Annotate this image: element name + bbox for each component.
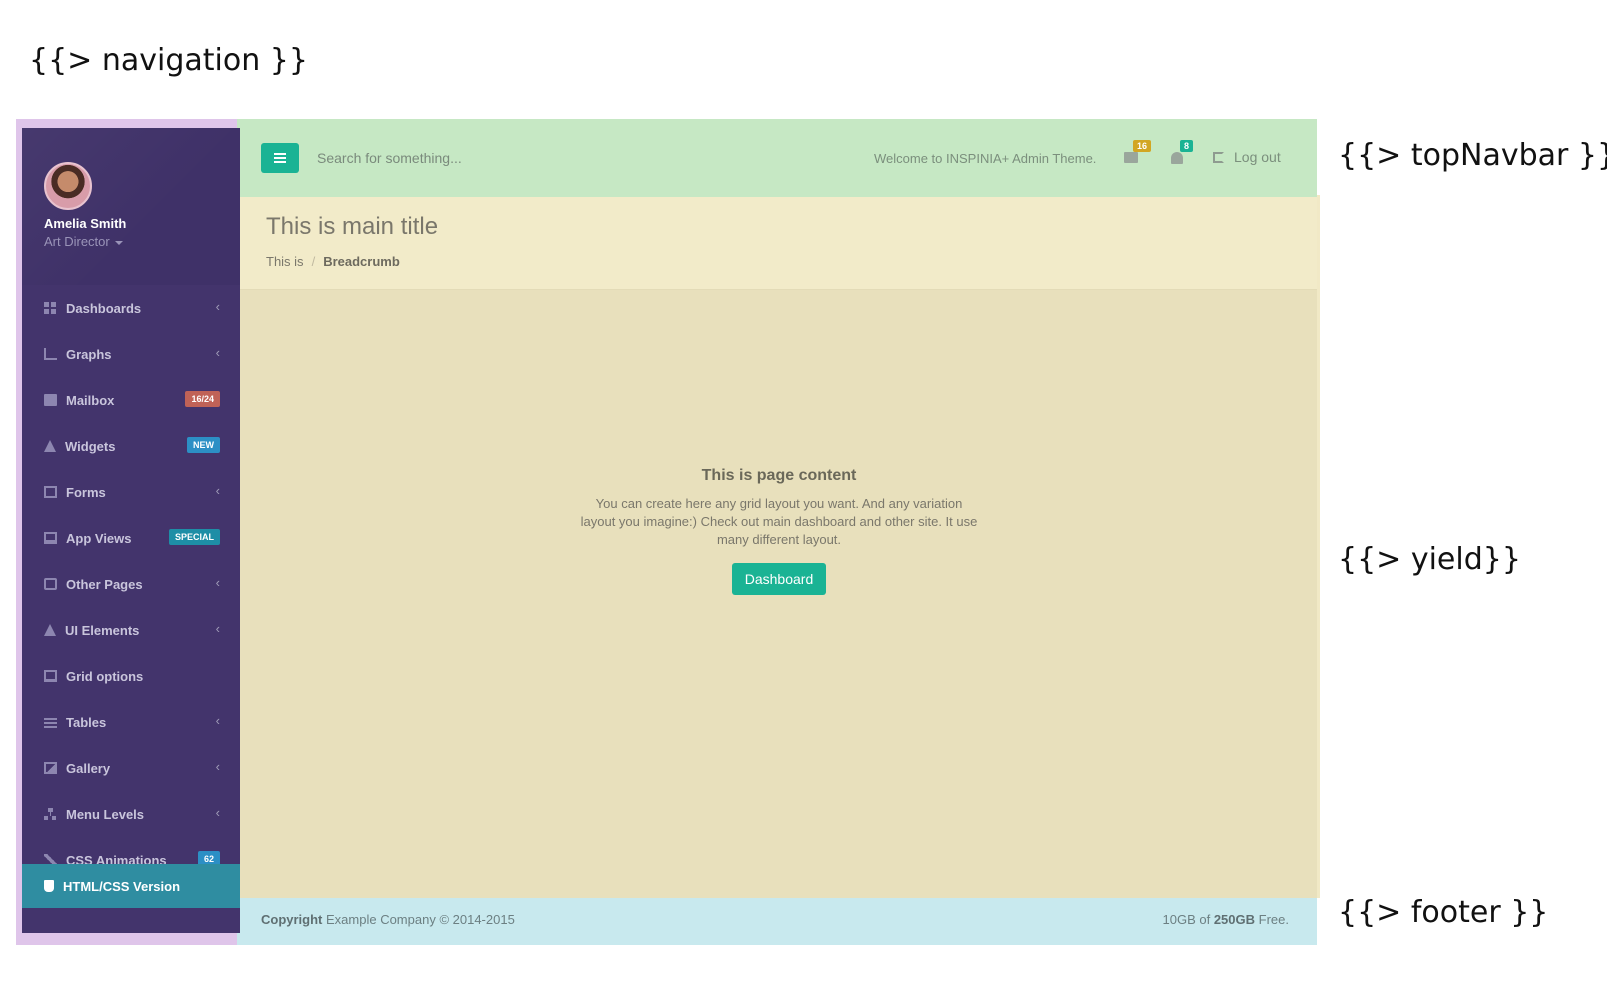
content-title: This is page content (701, 467, 857, 484)
sidebar-menu: Dashboards ‹ Graphs ‹ Mailbox 16/24 Widg… (22, 285, 240, 883)
bell-icon[interactable] (1171, 152, 1183, 164)
page-content: This is page content You can create here… (240, 290, 1317, 898)
chevron-left-icon: ‹ (215, 713, 220, 728)
chevron-left-icon: ‹ (215, 299, 220, 314)
messages-count-badge: 16 (1133, 140, 1152, 152)
page-heading: This is main title This is / Breadcrumb (240, 197, 1317, 290)
chevron-left-icon: ‹ (215, 483, 220, 498)
sidebar-item-graphs[interactable]: Graphs ‹ (22, 331, 240, 377)
storage-prefix: 10GB of (1162, 912, 1214, 927)
copyright-text: Example Company © 2014-2015 (322, 912, 515, 927)
yield-annotation: {{> yield}} (1338, 542, 1521, 577)
sidebar-item-label: Mailbox (66, 392, 115, 408)
storage-total: 250GB (1213, 912, 1256, 927)
sidebar: Amelia Smith Art Director Dashboards ‹ G… (22, 128, 240, 933)
sidebar-item-other-pages[interactable]: Other Pages ‹ (22, 561, 240, 607)
mailbox-badge: 16/24 (185, 391, 220, 407)
avatar[interactable] (44, 162, 92, 210)
logout-label: Log out (1234, 149, 1281, 165)
storage-suffix: Free. (1255, 912, 1289, 927)
footer-annotation: {{> footer }} (1338, 895, 1549, 930)
alerts-count-badge: 8 (1180, 140, 1194, 152)
sidebar-item-label: Forms (66, 484, 106, 500)
search-input[interactable] (317, 144, 617, 172)
desktop-icon (44, 532, 57, 544)
sidebar-item-label: Other Pages (66, 576, 143, 592)
sidebar-item-dashboards[interactable]: Dashboards ‹ (22, 285, 240, 331)
sidebar-item-html-css-version[interactable]: HTML/CSS Version (22, 864, 240, 908)
copyright-label: Copyright (261, 912, 323, 927)
th-large-icon (44, 302, 57, 314)
profile-role: Art Director (44, 234, 110, 249)
sidebar-item-label: Grid options (66, 668, 144, 684)
profile-header: Amelia Smith Art Director (22, 128, 240, 285)
sitemap-icon (44, 808, 57, 820)
files-icon (44, 578, 57, 590)
sidebar-item-label: Dashboards (66, 300, 142, 316)
menu-toggle-button[interactable] (261, 143, 299, 173)
sidebar-item-widgets[interactable]: Widgets NEW (22, 423, 240, 469)
sidebar-item-app-views[interactable]: App Views SPECIAL (22, 515, 240, 561)
widgets-badge: NEW (187, 437, 220, 453)
dashboard-button[interactable]: Dashboard (731, 563, 827, 595)
html5-icon (44, 880, 54, 892)
sidebar-item-grid-options[interactable]: Grid options (22, 653, 240, 699)
profile-role-dropdown[interactable]: Art Director (44, 234, 123, 249)
envelope-icon[interactable] (1124, 152, 1138, 163)
flask-icon (44, 440, 56, 452)
sidebar-item-label: Tables (66, 714, 107, 730)
breadcrumb: This is / Breadcrumb (266, 254, 400, 269)
sidebar-item-tables[interactable]: Tables ‹ (22, 699, 240, 745)
sidebar-item-label: Widgets (65, 438, 116, 454)
bars-icon (274, 153, 286, 155)
page-title: This is main title (266, 213, 439, 240)
sidebar-item-label: Gallery (66, 760, 111, 776)
breadcrumb-active: Breadcrumb (323, 254, 400, 269)
flask-icon (44, 624, 56, 636)
caret-down-icon (114, 240, 123, 245)
table-icon (44, 716, 57, 728)
bars-icon-line (274, 157, 286, 159)
sidebar-item-label: UI Elements (65, 622, 140, 638)
topnavbar-annotation: {{> topNavbar }} (1338, 138, 1607, 173)
sidebar-item-gallery[interactable]: Gallery ‹ (22, 745, 240, 791)
chevron-left-icon: ‹ (215, 621, 220, 636)
sidebar-item-label: Graphs (66, 346, 112, 362)
breadcrumb-separator: / (311, 254, 316, 269)
breadcrumb-item[interactable]: This is (266, 254, 304, 269)
footer-copyright: Copyright Example Company © 2014-2015 (261, 912, 515, 927)
sidebar-item-label: App Views (66, 530, 132, 546)
profile-name[interactable]: Amelia Smith (44, 216, 126, 231)
top-navbar: Welcome to INSPINIA+ Admin Theme. 16 8 L… (240, 128, 1317, 190)
sign-out-icon (1213, 151, 1224, 163)
logout-link[interactable]: Log out (1213, 149, 1281, 165)
sidebar-item-label: Menu Levels (66, 806, 145, 822)
chevron-left-icon: ‹ (215, 805, 220, 820)
sidebar-item-ui-elements[interactable]: UI Elements ‹ (22, 607, 240, 653)
bar-chart-icon (44, 348, 57, 360)
navigation-annotation: {{> navigation }} (29, 43, 308, 78)
welcome-message: Welcome to INSPINIA+ Admin Theme. (874, 151, 1097, 166)
laptop-icon (44, 670, 57, 682)
chevron-left-icon: ‹ (215, 575, 220, 590)
bars-icon-line (274, 161, 286, 163)
picture-icon (44, 762, 57, 774)
content-box: This is page content You can create here… (580, 467, 978, 595)
sidebar-item-forms[interactable]: Forms ‹ (22, 469, 240, 515)
content-description: You can create here any grid layout you … (580, 496, 978, 547)
edit-icon (44, 486, 57, 498)
chevron-left-icon: ‹ (215, 345, 220, 360)
sidebar-item-mailbox[interactable]: Mailbox 16/24 (22, 377, 240, 423)
sidebar-item-menu-levels[interactable]: Menu Levels ‹ (22, 791, 240, 837)
envelope-icon (44, 394, 57, 406)
chevron-left-icon: ‹ (215, 759, 220, 774)
app-views-badge: SPECIAL (168, 529, 220, 545)
footer-storage: 10GB of 250GB Free. (1163, 912, 1289, 927)
footer: Copyright Example Company © 2014-2015 10… (240, 900, 1317, 940)
sidebar-item-label: HTML/CSS Version (63, 878, 181, 894)
